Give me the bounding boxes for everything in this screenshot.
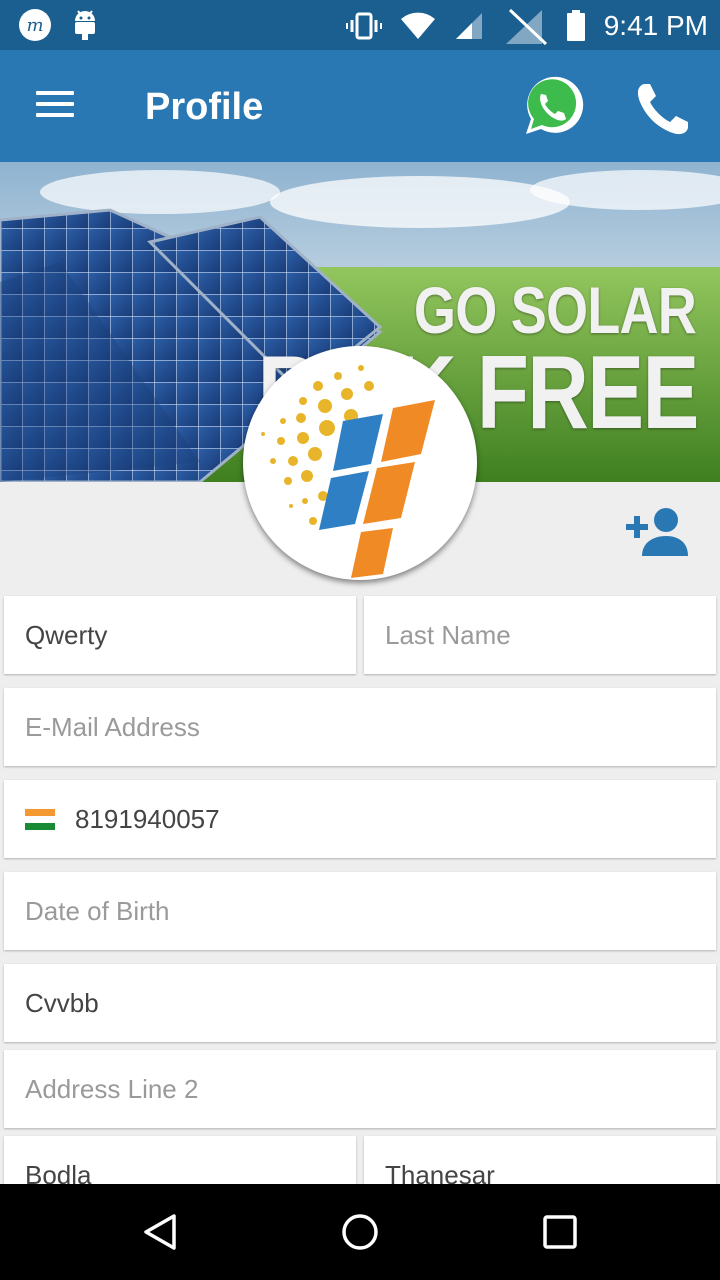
last-name-input[interactable] xyxy=(385,596,716,674)
hamburger-menu-icon[interactable] xyxy=(30,86,82,126)
signal-icon xyxy=(455,13,482,39)
page-title: Profile xyxy=(145,86,264,128)
recents-icon[interactable] xyxy=(540,1212,580,1252)
status-bar: m 9:41 PM xyxy=(0,0,720,50)
first-name-input[interactable] xyxy=(25,596,356,674)
app-bar: Profile xyxy=(0,50,720,162)
phone-field[interactable] xyxy=(4,780,716,858)
add-user-icon[interactable] xyxy=(624,506,690,560)
address-line2-input[interactable] xyxy=(25,1050,716,1128)
address-line1-input[interactable] xyxy=(25,964,716,1042)
profile-avatar[interactable] xyxy=(243,346,477,580)
first-name-field[interactable] xyxy=(4,596,356,674)
phone-input[interactable] xyxy=(75,780,716,858)
whatsapp-icon[interactable] xyxy=(518,74,584,140)
address-line1-field[interactable] xyxy=(4,964,716,1042)
home-icon[interactable] xyxy=(340,1212,380,1252)
battery-icon xyxy=(566,10,585,41)
vibrate-icon xyxy=(345,12,382,40)
no-signal-icon xyxy=(505,8,547,46)
status-time: 9:41 PM xyxy=(603,10,708,41)
system-nav-bar xyxy=(0,1184,720,1280)
last-name-field[interactable] xyxy=(364,596,716,674)
india-flag-icon[interactable] xyxy=(25,808,55,830)
wifi-icon xyxy=(400,12,435,39)
phone-icon[interactable] xyxy=(632,78,694,140)
back-icon[interactable] xyxy=(140,1212,180,1252)
email-field[interactable] xyxy=(4,688,716,766)
android-debug-icon xyxy=(75,10,95,40)
dob-field[interactable] xyxy=(4,872,716,950)
svg-text:m: m xyxy=(26,15,43,36)
email-input[interactable] xyxy=(25,688,716,766)
dob-input[interactable] xyxy=(25,872,716,950)
m-app-icon: m xyxy=(19,9,51,41)
address-line2-field[interactable] xyxy=(4,1050,716,1128)
company-logo-icon xyxy=(261,365,435,578)
